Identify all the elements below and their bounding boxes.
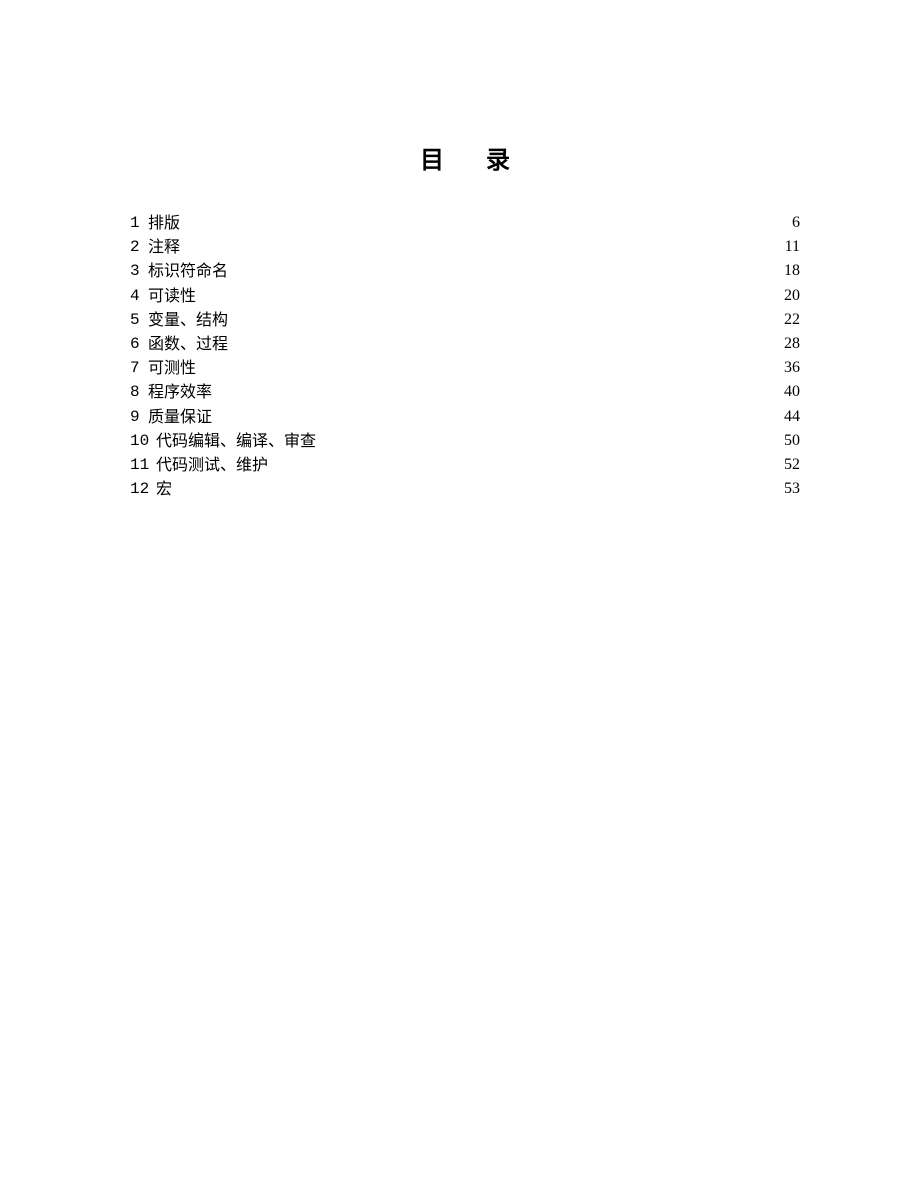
toc-entry: 1 排版 6 <box>130 211 800 235</box>
toc-entry-number: 9 <box>130 406 144 429</box>
toc-entry: 7 可测性 36 <box>130 356 800 380</box>
toc-entry: 11 代码测试、维护 52 <box>130 453 800 477</box>
toc-entry-page: 44 <box>770 405 800 428</box>
toc-entry-left: 3 标识符命名 <box>130 260 228 283</box>
toc-entry-number: 6 <box>130 333 144 356</box>
toc-entry-left: 10 代码编辑、编译、审查 <box>130 430 316 453</box>
toc-entry-title: 质量保证 <box>148 406 212 429</box>
toc-entry-page: 20 <box>770 284 800 307</box>
toc-entry-number: 12 <box>130 478 152 501</box>
toc-entry-number: 3 <box>130 260 144 283</box>
toc-entry-title: 可测性 <box>148 357 196 380</box>
toc-entry-title: 注释 <box>148 236 180 259</box>
toc-entry-page: 22 <box>770 308 800 331</box>
toc-entry-page: 6 <box>770 211 800 234</box>
toc-entry-number: 4 <box>130 285 144 308</box>
toc-entry-left: 7 可测性 <box>130 357 196 380</box>
toc-entry-title: 标识符命名 <box>148 260 228 283</box>
toc-entry-title: 程序效率 <box>148 381 212 404</box>
toc-entry-left: 6 函数、过程 <box>130 333 228 356</box>
toc-entry: 10 代码编辑、编译、审查 50 <box>130 429 800 453</box>
toc-entry-number: 8 <box>130 381 144 404</box>
toc-entry-left: 2 注释 <box>130 236 180 259</box>
toc-entry-title: 代码测试、维护 <box>156 454 268 477</box>
toc-entry-left: 4 可读性 <box>130 285 196 308</box>
toc-entry: 8 程序效率 40 <box>130 380 800 404</box>
toc-entry: 12 宏 53 <box>130 477 800 501</box>
toc-entry-title: 代码编辑、编译、审查 <box>156 430 316 453</box>
page-title: 目 录 <box>130 140 800 175</box>
toc-entry-title: 排版 <box>148 212 180 235</box>
toc-entry-page: 53 <box>770 477 800 500</box>
toc-entry-title: 宏 <box>156 478 172 501</box>
toc-entry-page: 36 <box>770 356 800 379</box>
toc-entry-title: 函数、过程 <box>148 333 228 356</box>
toc-entry-title: 变量、结构 <box>148 309 228 332</box>
toc-entry: 5 变量、结构 22 <box>130 308 800 332</box>
toc-entry-left: 8 程序效率 <box>130 381 212 404</box>
toc-entry-title: 可读性 <box>148 285 196 308</box>
toc-entry-page: 40 <box>770 380 800 403</box>
toc-entry-page: 52 <box>770 453 800 476</box>
table-of-contents: 1 排版 6 2 注释 11 3 标识符命名 18 4 可读性 20 5 变量、… <box>130 211 800 501</box>
toc-entry-page: 50 <box>770 429 800 452</box>
toc-entry-left: 11 代码测试、维护 <box>130 454 268 477</box>
toc-entry-number: 2 <box>130 236 144 259</box>
toc-entry-number: 10 <box>130 430 152 453</box>
toc-entry-left: 9 质量保证 <box>130 406 212 429</box>
toc-entry-number: 5 <box>130 309 144 332</box>
toc-entry-number: 11 <box>130 454 152 477</box>
toc-entry-page: 18 <box>770 259 800 282</box>
toc-entry: 6 函数、过程 28 <box>130 332 800 356</box>
toc-entry-number: 1 <box>130 212 144 235</box>
toc-entry: 2 注释 11 <box>130 235 800 259</box>
toc-entry: 4 可读性 20 <box>130 284 800 308</box>
toc-entry: 9 质量保证 44 <box>130 405 800 429</box>
toc-entry-left: 5 变量、结构 <box>130 309 228 332</box>
toc-entry-number: 7 <box>130 357 144 380</box>
toc-entry-left: 12 宏 <box>130 478 172 501</box>
toc-entry-left: 1 排版 <box>130 212 180 235</box>
toc-entry-page: 11 <box>770 235 800 258</box>
toc-entry: 3 标识符命名 18 <box>130 259 800 283</box>
toc-entry-page: 28 <box>770 332 800 355</box>
